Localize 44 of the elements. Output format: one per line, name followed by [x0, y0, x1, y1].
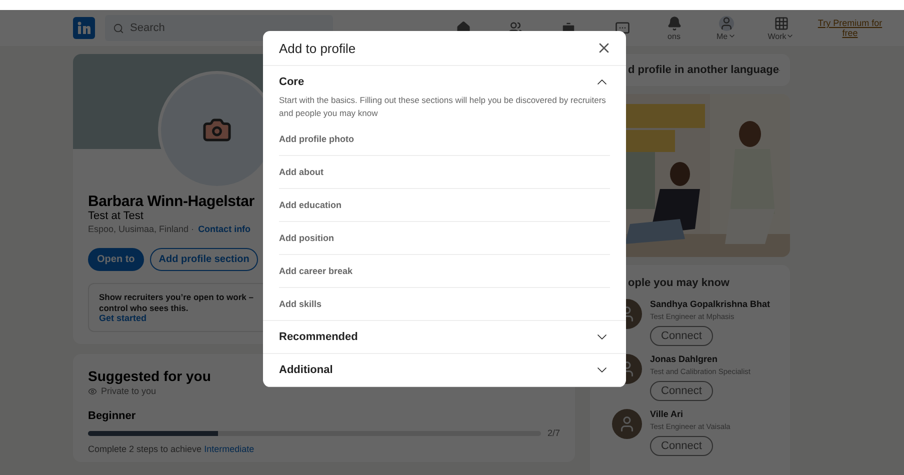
person-name[interactable]: Ville Ari — [650, 409, 730, 419]
person-name[interactable]: Sandhya Gopalkrishna Bhat — [650, 299, 770, 309]
progress-hint: Complete 2 steps to achieve Intermediate — [88, 444, 254, 454]
language-link[interactable]: d profile in another language — [628, 64, 779, 76]
add-item-link[interactable]: Add career break — [279, 255, 610, 288]
open-to-work-text: Show recruiters you’re open to work – control who sees this. — [99, 292, 254, 314]
add-item-link[interactable]: Add profile photo — [279, 123, 610, 156]
premium-link[interactable]: Try Premium for free — [817, 18, 883, 38]
caret-icon — [786, 32, 794, 40]
section-header[interactable]: Additional — [279, 354, 610, 386]
caret-icon — [728, 32, 736, 40]
add-section-button[interactable]: Add profile section — [150, 248, 258, 271]
add-item-link[interactable]: Add education — [279, 189, 610, 222]
add-item-link[interactable]: Add position — [279, 222, 610, 255]
nav-label[interactable]: Work — [768, 32, 794, 40]
bell-icon[interactable] — [666, 16, 682, 30]
connect-button[interactable]: Connect — [650, 436, 713, 456]
linkedin-logo[interactable] — [73, 17, 95, 39]
connect-button[interactable]: Connect — [650, 381, 713, 401]
avatar-icon[interactable] — [718, 16, 734, 30]
contact-info-link[interactable]: Contact info — [198, 224, 251, 234]
suggested-title: Suggested for you — [88, 368, 211, 384]
eye-icon — [88, 386, 97, 396]
dialog-title: Add to profile — [279, 40, 356, 56]
people-title: ople you may know — [628, 277, 730, 289]
open-to-button[interactable]: Open to — [88, 248, 144, 271]
nav-label[interactable]: Me — [716, 32, 736, 40]
section-description: Start with the basics. Filling out these sections will help you be discovered by recruiters and people you may know — [279, 94, 607, 119]
section-header[interactable]: Recommended — [279, 321, 610, 353]
profile-headline: Test at Test — [88, 210, 144, 222]
progress-count: 2/7 — [547, 428, 560, 438]
profile-location: Espoo, Uusimaa, Finland · — [88, 224, 194, 234]
connect-button[interactable]: Connect — [650, 326, 713, 346]
profile-name: Barbara Winn-Hagelstar — [88, 193, 254, 210]
level-name: Beginner — [88, 410, 136, 422]
grid-icon[interactable] — [774, 16, 788, 30]
add-item-link[interactable]: Add about — [279, 156, 610, 189]
nav-label[interactable]: ons — [668, 32, 680, 40]
add-item-link[interactable]: Add skills — [279, 288, 610, 320]
person-name[interactable]: Jonas Dahlgren — [650, 354, 750, 364]
privacy-note: Private to you — [101, 386, 156, 396]
intermediate-link[interactable]: Intermediate — [204, 444, 254, 454]
get-started-link[interactable]: Get started — [99, 313, 147, 324]
search-icon — [113, 22, 124, 34]
